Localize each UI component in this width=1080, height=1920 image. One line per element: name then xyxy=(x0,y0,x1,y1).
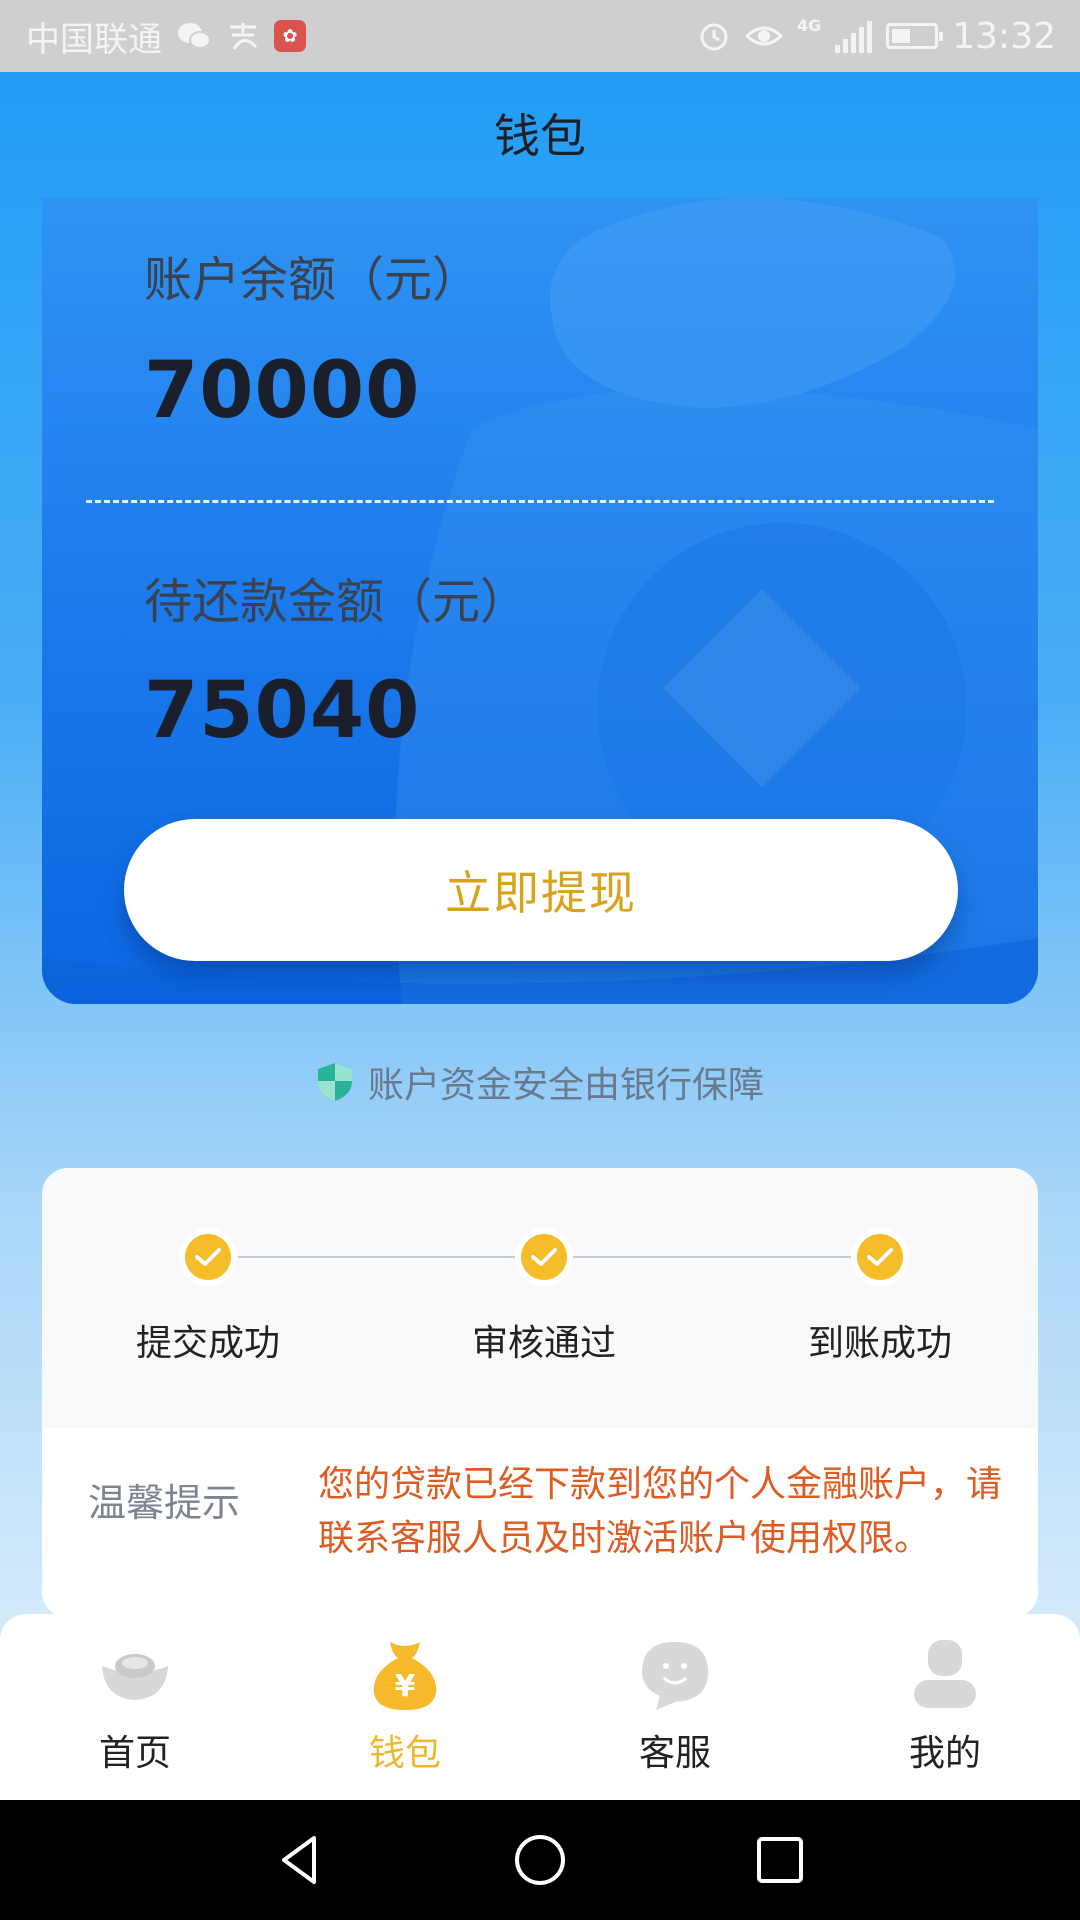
status-bar: 中国联通 ✿ 4G 13:32 xyxy=(0,0,1080,72)
back-icon[interactable] xyxy=(270,1830,330,1890)
step-connector xyxy=(572,1256,884,1258)
step-check-icon xyxy=(179,1228,237,1286)
money-bag-icon: ¥ xyxy=(373,1642,437,1710)
balance-label: 账户余额（元） xyxy=(144,252,481,308)
shield-icon xyxy=(317,1063,352,1101)
eye-icon xyxy=(744,26,783,46)
tab-label: 首页 xyxy=(98,1733,171,1774)
step-label: 审核通过 xyxy=(471,1323,616,1364)
step-label: 到账成功 xyxy=(807,1323,952,1364)
tab-profile[interactable]: 我的 xyxy=(810,1614,1080,1800)
security-text: 账户资金安全由银行保障 xyxy=(367,1065,764,1106)
security-note: 账户资金安全由银行保障 xyxy=(0,1056,1080,1108)
step-label: 提交成功 xyxy=(135,1323,280,1364)
repay-label: 待还款金额（元） xyxy=(144,574,529,630)
user-icon xyxy=(914,1640,976,1708)
huawei-icon: ✿ xyxy=(274,20,306,52)
alipay-icon xyxy=(230,23,258,50)
balance-amount: 70000 xyxy=(144,346,421,436)
divider xyxy=(86,500,994,503)
tab-label: 客服 xyxy=(638,1733,711,1774)
tips-message: 您的贷款已经下款到您的个人金融账户，请联系客服人员及时激活账户使用权限。 xyxy=(318,1464,1003,1559)
step-check-icon xyxy=(851,1228,909,1286)
tab-label: 钱包 xyxy=(368,1733,441,1774)
tab-label: 我的 xyxy=(908,1733,981,1774)
system-navigation-bar xyxy=(0,1800,1080,1920)
tab-wallet[interactable]: ¥ 钱包 xyxy=(270,1614,540,1800)
home-circle-icon[interactable] xyxy=(510,1830,570,1890)
step-check-icon xyxy=(515,1228,573,1286)
clock-time: 13:32 xyxy=(952,15,1056,57)
chat-icon xyxy=(642,1642,708,1710)
step-connector xyxy=(238,1256,552,1258)
alarm-icon xyxy=(700,23,728,51)
battery-icon xyxy=(886,23,944,49)
wechat-icon xyxy=(178,23,211,49)
wallet-card: 账户余额（元） 70000 待还款金额（元） 75040 立即提现 xyxy=(42,198,1038,1004)
bottom-tab-bar: 首页 ¥ 钱包 客服 我的 xyxy=(0,1614,1080,1800)
tips-section: 温馨提示 您的贷款已经下款到您的个人金融账户，请联系客服人员及时激活账户使用权限… xyxy=(42,1428,1038,1618)
ingot-icon xyxy=(102,1654,168,1700)
withdraw-button[interactable]: 立即提现 xyxy=(124,819,958,961)
page-title: 钱包 xyxy=(494,109,586,163)
tab-home[interactable]: 首页 xyxy=(0,1614,270,1800)
loan-progress-card: 提交成功 审核通过 到账成功 温馨提示 您的贷款已经下款到您的个人金融账户，请联… xyxy=(42,1168,1038,1618)
signal-icon xyxy=(835,19,873,53)
tips-title: 温馨提示 xyxy=(88,1481,241,1525)
svg-text:¥: ¥ xyxy=(395,1669,416,1704)
carrier-name: 中国联通 xyxy=(26,19,162,60)
network-type: 4G xyxy=(796,16,822,35)
tab-customer-service[interactable]: 客服 xyxy=(540,1614,810,1800)
recents-icon[interactable] xyxy=(750,1830,810,1890)
repay-amount: 75040 xyxy=(144,666,421,756)
